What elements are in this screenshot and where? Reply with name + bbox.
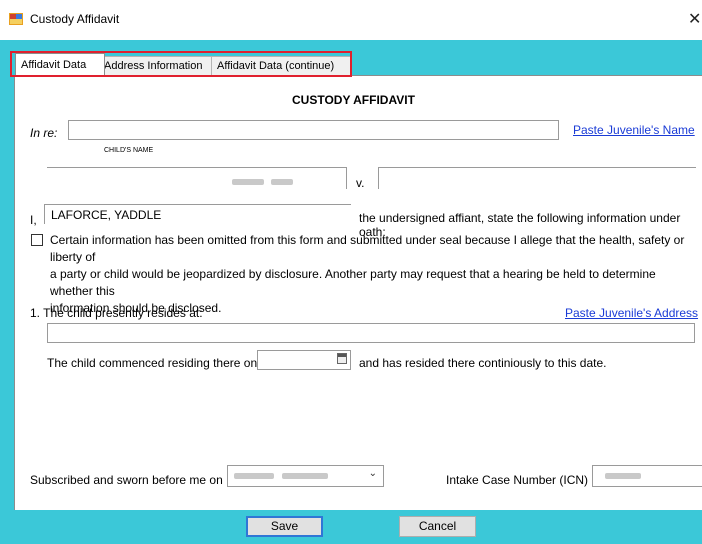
- chevron-down-icon[interactable]: ⌄: [369, 468, 377, 479]
- opposing-party-field[interactable]: [378, 167, 696, 189]
- seal-checkbox[interactable]: [31, 234, 43, 246]
- versus-label: v.: [356, 176, 365, 190]
- paste-juvenile-address-link[interactable]: Paste Juvenile's Address: [565, 306, 698, 320]
- redacted-sworn-date-2: [282, 473, 328, 479]
- title-bar: Custody Affidavit ✕: [0, 0, 702, 40]
- redacted-party-name-2: [271, 179, 293, 185]
- redacted-icn: [605, 473, 641, 479]
- redacted-party-name: [232, 179, 264, 185]
- commenced-label: The child commenced residing there on: [47, 356, 258, 370]
- save-button[interactable]: Save: [246, 516, 323, 537]
- paste-juvenile-name-link[interactable]: Paste Juvenile's Name: [573, 123, 695, 137]
- tab-affidavit-data[interactable]: Affidavit Data: [15, 53, 105, 76]
- form-icon: [9, 13, 23, 25]
- in-re-label: In re:: [30, 126, 58, 140]
- affiant-name-value: LAFORCE, YADDLE: [51, 208, 162, 222]
- cancel-button[interactable]: Cancel: [399, 516, 476, 537]
- window-title: Custody Affidavit: [30, 12, 120, 26]
- tab-address-information[interactable]: Address Information: [98, 56, 216, 75]
- i-label: I,: [30, 213, 37, 227]
- seal-text-line-1: Certain information has been omitted fro…: [50, 233, 685, 264]
- sworn-date-select[interactable]: ⌄: [227, 465, 384, 487]
- calendar-icon[interactable]: [337, 353, 347, 364]
- commenced-date-picker[interactable]: [257, 350, 351, 370]
- form-heading: CUSTODY AFFIDAVIT: [292, 93, 415, 107]
- resides-label: 1. The child presently resides at:: [30, 306, 203, 320]
- intake-label: Intake Case Number (ICN): [446, 473, 589, 487]
- address-field[interactable]: [47, 323, 695, 343]
- tab-affidavit-data-continue[interactable]: Affidavit Data (continue): [211, 56, 351, 75]
- redacted-sworn-date: [234, 473, 274, 479]
- close-icon[interactable]: ✕: [688, 9, 702, 29]
- child-name-caption: CHILD'S NAME: [104, 147, 154, 154]
- party-name-field[interactable]: [47, 167, 347, 189]
- resided-text: and has resided there continiously to th…: [359, 356, 607, 370]
- seal-paragraph: Certain information has been omitted fro…: [50, 232, 700, 317]
- seal-text-line-2: a party or child would be jeopardized by…: [50, 267, 656, 298]
- subscribed-label: Subscribed and sworn before me on: [30, 473, 223, 487]
- affiant-name-field[interactable]: LAFORCE, YADDLE: [44, 204, 351, 224]
- child-name-field[interactable]: [68, 120, 559, 140]
- intake-case-number-field[interactable]: [592, 465, 702, 487]
